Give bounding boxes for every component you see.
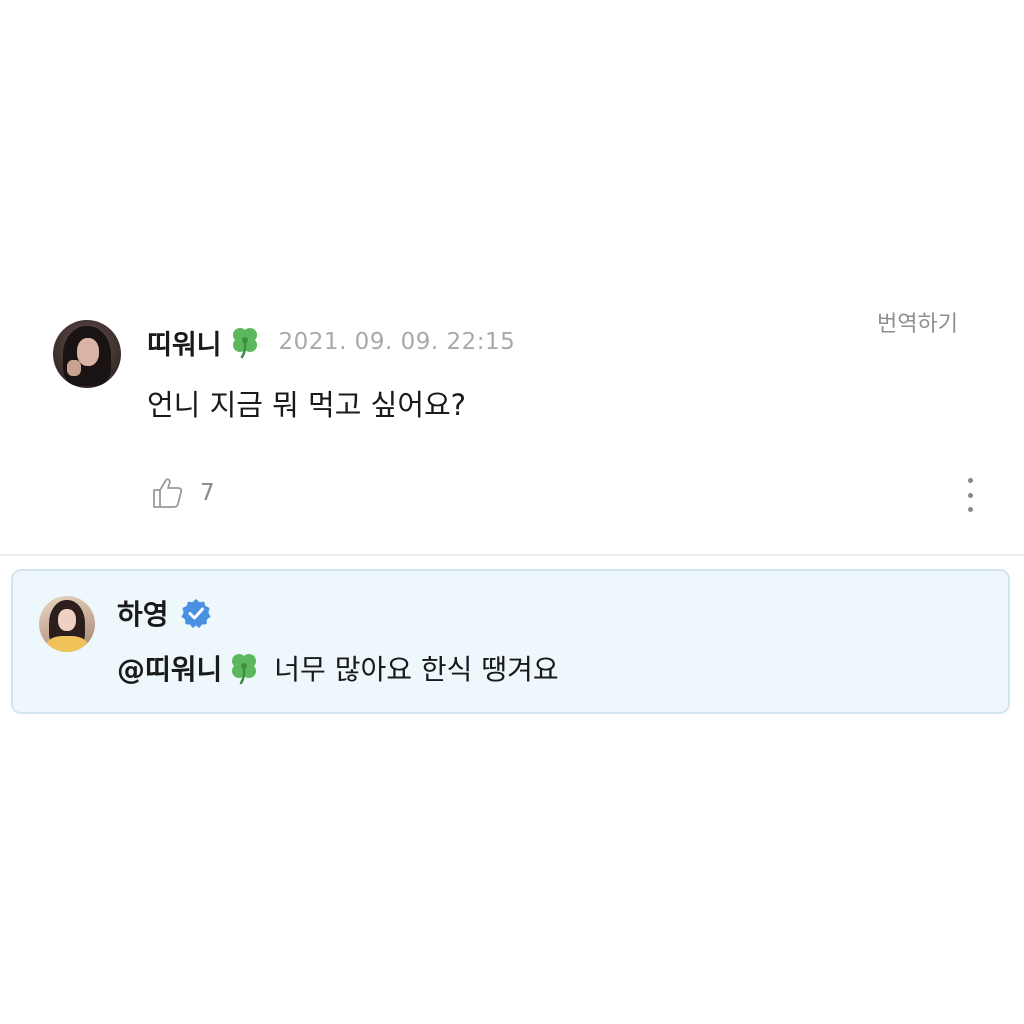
reply: 하영 @띠워니 너무 많아요 한식 땡겨요 xyxy=(11,569,1010,714)
clover-icon xyxy=(232,654,257,685)
verified-badge-icon xyxy=(181,599,211,628)
comment-header: 띠워니 2021. 09. 09. 22:15 xyxy=(147,322,515,362)
reply-author-name[interactable]: 하영 xyxy=(117,593,169,633)
reply-header: 하영 xyxy=(117,593,211,633)
more-dot-icon xyxy=(967,507,973,512)
thumbs-up-icon xyxy=(153,478,183,508)
author-name[interactable]: 띠워니 xyxy=(147,323,222,362)
reply-text: @띠워니 너무 많아요 한식 땡겨요 xyxy=(117,647,559,689)
comment-text: 언니 지금 뭐 먹고 싶어요? xyxy=(147,388,467,422)
more-options-button[interactable] xyxy=(964,478,976,512)
like-button[interactable]: 7 xyxy=(150,475,215,511)
clover-icon xyxy=(232,328,257,359)
avatar[interactable] xyxy=(53,320,121,388)
comment: 띠워니 2021. 09. 09. 22:15 번역하기 언니 지금 뭐 먹고 … xyxy=(0,300,1024,555)
timestamp: 2021. 09. 09. 22:15 xyxy=(278,329,516,355)
avatar[interactable] xyxy=(39,596,95,652)
like-count: 7 xyxy=(200,480,215,506)
translate-button[interactable]: 번역하기 xyxy=(877,306,958,338)
more-dot-icon xyxy=(967,492,973,498)
mention-link[interactable]: @띠워니 xyxy=(117,648,222,688)
divider xyxy=(0,554,1024,556)
reply-message: 너무 많아요 한식 땡겨요 xyxy=(274,653,559,686)
more-dot-icon xyxy=(967,478,973,483)
